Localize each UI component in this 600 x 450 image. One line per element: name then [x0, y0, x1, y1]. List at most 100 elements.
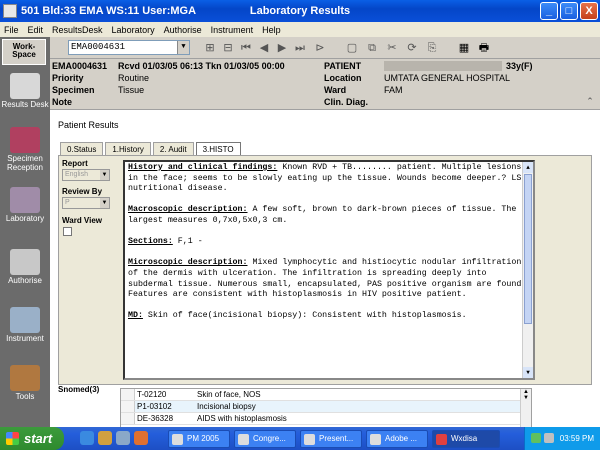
sidebar-item-label: Results Desk: [1, 100, 49, 109]
scroll-thumb[interactable]: [524, 174, 532, 324]
row-selector[interactable]: [121, 401, 135, 412]
tools-icon: [10, 365, 40, 391]
grid-button[interactable]: ▦: [456, 40, 472, 56]
snomed-code: DE-36328: [137, 414, 174, 423]
toolbar-button-7[interactable]: ⊳: [312, 40, 328, 56]
toolbar-button-2[interactable]: ⊟: [220, 40, 236, 56]
list-item[interactable]: P1-03102 Incisional biopsy: [121, 401, 531, 413]
media-icon[interactable]: [134, 431, 148, 445]
report-label: Report: [62, 159, 88, 168]
workspace-button[interactable]: Work-Space: [2, 39, 46, 65]
title-bar[interactable]: 501 Bld:33 EMA WS:11 User:MGA Laboratory…: [0, 0, 600, 22]
sidebar-item-results-desk[interactable]: Results Desk: [0, 73, 50, 109]
md-text: Skin of face(incisional biopsy): Consist…: [142, 311, 467, 321]
episode-combo[interactable]: EMA0004631 ▼: [68, 40, 190, 55]
microscopic-heading: Microscopic description:: [128, 258, 248, 268]
report-scrollbar[interactable]: ▲ ▼: [522, 162, 533, 378]
task-pm-2005[interactable]: PM 2005: [168, 430, 230, 448]
refresh-button[interactable]: ⟳: [404, 40, 420, 56]
snomed-scrollbar[interactable]: ▲ ▼: [520, 389, 531, 427]
menu-help[interactable]: Help: [262, 25, 281, 35]
menu-edit[interactable]: Edit: [28, 25, 44, 35]
menu-laboratory[interactable]: Laboratory: [112, 25, 155, 35]
print-button[interactable]: 🖶: [476, 40, 492, 56]
document-icon: [238, 434, 249, 445]
ie-icon[interactable]: [80, 431, 94, 445]
tab-audit[interactable]: 2. Audit: [152, 142, 194, 156]
pen-icon: [10, 249, 40, 275]
sidebar-item-laboratory[interactable]: Laboratory: [0, 187, 50, 223]
volume-icon[interactable]: [544, 433, 554, 443]
window-title: 501 Bld:33 EMA WS:11 User:MGA: [21, 5, 197, 17]
episode-header: EMA0004631 Rcvd 01/03/05 06:13 Tkn 01/03…: [50, 59, 600, 109]
minimize-button[interactable]: _: [540, 2, 558, 20]
app-icon[interactable]: [3, 4, 17, 18]
menu-resultsdesk[interactable]: ResultsDesk: [52, 25, 103, 35]
sidebar-item-instrument[interactable]: Instrument: [0, 307, 50, 343]
macroscopic-heading: Macroscopic description:: [128, 205, 248, 215]
chevron-down-icon[interactable]: ▼: [100, 198, 109, 208]
copy-button[interactable]: ⧉: [364, 40, 380, 56]
clock[interactable]: 03:59 PM: [560, 434, 594, 443]
task-wxdisa[interactable]: Wxdisa: [432, 430, 500, 448]
patient-age: 33y(F): [506, 61, 533, 71]
tab-history[interactable]: 1.History: [105, 142, 151, 156]
chevron-up-icon[interactable]: ⌃: [582, 93, 598, 109]
ward-value: FAM: [384, 85, 403, 95]
review-by-label: Review By: [62, 187, 103, 196]
ward-view-checkbox[interactable]: [63, 227, 72, 236]
sections-text: F,1 -: [172, 237, 203, 247]
chevron-down-icon[interactable]: ▼: [177, 41, 189, 54]
review-by-select[interactable]: P ▼: [62, 197, 110, 209]
scroll-down-icon[interactable]: ▼: [523, 367, 533, 378]
menu-authorise[interactable]: Authorise: [164, 25, 202, 35]
network-icon[interactable]: [531, 433, 541, 443]
sidebar-item-specimen-reception[interactable]: Specimen Reception: [0, 127, 50, 172]
tab-histo[interactable]: 3.HISTO: [195, 142, 241, 156]
sidebar-item-tools[interactable]: Tools: [0, 365, 50, 401]
sidebar-item-label: Instrument: [6, 334, 44, 343]
task-congress[interactable]: Congre...: [234, 430, 296, 448]
report-language-value: English: [65, 171, 88, 178]
patient-results-panel: Patient Results 0.Status 1.History 2. Au…: [50, 109, 600, 428]
cut-button[interactable]: ✂: [384, 40, 400, 56]
sidebar-item-label: Authorise: [8, 276, 42, 285]
close-button[interactable]: X: [580, 2, 598, 20]
toolbar-button-8[interactable]: ▢: [344, 40, 360, 56]
previous-record-button[interactable]: ◀: [256, 40, 272, 56]
specimen-value: Tissue: [118, 85, 145, 95]
folder-icon: [172, 434, 183, 445]
clinical-diagnosis-label: Clin. Diag.: [324, 97, 369, 107]
histology-report-text[interactable]: History and clinical findings: Known RVD…: [123, 160, 535, 380]
sidebar-item-authorise[interactable]: Authorise: [0, 249, 50, 285]
review-by-value: P: [65, 199, 70, 206]
priority-value: Routine: [118, 73, 150, 83]
priority-label: Priority: [52, 73, 84, 83]
row-selector[interactable]: [121, 389, 135, 400]
windows-logo-icon: [6, 432, 19, 445]
scroll-up-icon[interactable]: ▲: [523, 162, 533, 173]
menu-instrument[interactable]: Instrument: [211, 25, 254, 35]
maximize-button[interactable]: □: [560, 2, 578, 20]
task-label: Wxdisa: [451, 434, 478, 443]
last-record-button[interactable]: ⏭: [292, 40, 308, 56]
first-record-button[interactable]: ⏮: [238, 40, 254, 56]
desktop-icon[interactable]: [116, 431, 130, 445]
paste-button[interactable]: ⎘: [424, 40, 440, 56]
chevron-down-icon[interactable]: ▼: [100, 170, 109, 180]
tab-status[interactable]: 0.Status: [60, 142, 104, 156]
task-presentation[interactable]: Present...: [300, 430, 362, 448]
ward-label: Ward: [324, 85, 347, 95]
explorer-icon[interactable]: [98, 431, 112, 445]
list-item[interactable]: T-02120 Skin of face, NOS: [121, 389, 531, 401]
menu-file[interactable]: File: [4, 25, 19, 35]
next-record-button[interactable]: ▶: [274, 40, 290, 56]
report-language-select[interactable]: English ▼: [62, 169, 110, 181]
snomed-list: T-02120 Skin of face, NOS P1-03102 Incis…: [120, 388, 532, 428]
presentation-icon: [304, 434, 315, 445]
toolbar-button-1[interactable]: ⊞: [202, 40, 218, 56]
start-button[interactable]: start: [0, 427, 64, 450]
task-adobe[interactable]: Adobe ...: [366, 430, 428, 448]
list-item[interactable]: DE-36328 AIDS with histoplasmosis: [121, 413, 531, 425]
row-selector[interactable]: [121, 413, 135, 424]
